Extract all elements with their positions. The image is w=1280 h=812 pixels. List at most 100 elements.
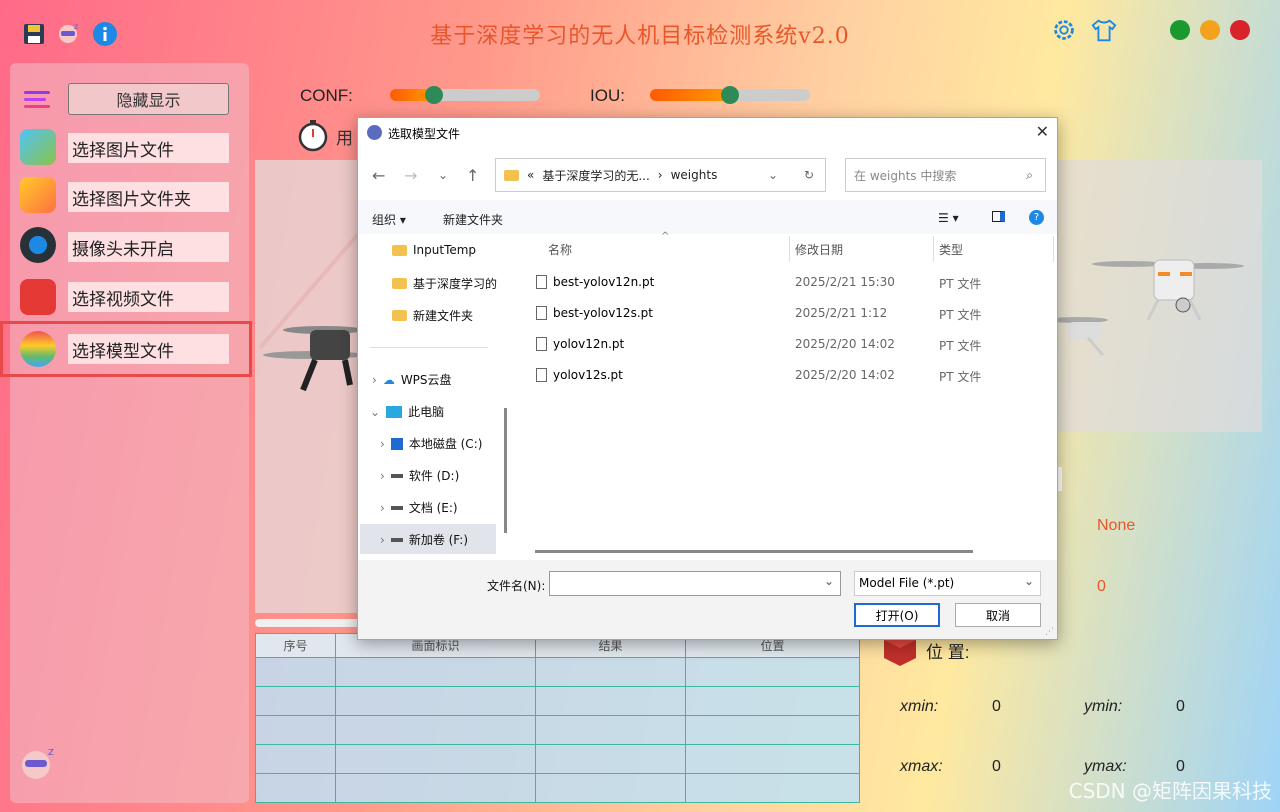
tree-item-drive-c[interactable]: › 本地磁盘 (C:) <box>380 435 482 452</box>
file-type-select[interactable]: Model File (*.pt) ⌄ <box>854 571 1041 596</box>
select-video-button[interactable]: 选择视频文件 <box>68 282 229 312</box>
dialog-close-icon[interactable]: ✕ <box>1036 122 1049 141</box>
tree-item-new-folder[interactable]: 新建文件夹 <box>392 307 473 324</box>
target-dropdown[interactable] <box>1058 467 1062 491</box>
breadcrumb-current[interactable]: weights <box>671 168 718 182</box>
file-type: PT 文件 <box>939 308 982 322</box>
drive-icon <box>390 537 403 542</box>
shirt-icon[interactable] <box>1090 16 1118 44</box>
chevron-right-icon[interactable]: › <box>380 469 385 483</box>
back-icon[interactable]: ← <box>372 166 385 185</box>
xmin-value: 0 <box>992 698 1001 715</box>
close-button[interactable] <box>1230 20 1250 40</box>
chevron-right-icon[interactable]: › <box>380 437 385 451</box>
cancel-button[interactable]: 取消 <box>955 603 1041 627</box>
chevron-right-icon[interactable]: › <box>380 533 385 547</box>
table-row[interactable] <box>255 773 860 803</box>
breadcrumb-separator: › <box>657 168 663 182</box>
conf-slider[interactable] <box>390 86 540 104</box>
conf-slider-handle[interactable] <box>425 86 443 104</box>
drive-icon <box>390 505 403 510</box>
horizontal-scrollbar[interactable] <box>535 550 973 553</box>
minimize-button[interactable] <box>1170 20 1190 40</box>
table-row[interactable] <box>255 744 860 774</box>
tree-item-inputtemp[interactable]: InputTemp <box>392 243 476 257</box>
select-folder-button[interactable]: 选择图片文件夹 <box>68 182 229 212</box>
tree-item-drive-d[interactable]: › 软件 (D:) <box>380 467 459 484</box>
iou-slider[interactable] <box>650 86 810 104</box>
tree-item-project[interactable]: 基于深度学习的 <box>392 275 497 292</box>
iou-label: IOU: <box>590 86 625 105</box>
view-options-icon[interactable]: ☰ ▾ <box>938 211 959 225</box>
original-image-panel <box>255 160 363 613</box>
column-separator <box>1053 236 1054 262</box>
file-row[interactable]: yolov12n.pt 2025/2/20 14:02 PT 文件 <box>536 330 1056 358</box>
tree-divider <box>370 347 488 348</box>
filename-label: 文件名(N): <box>487 579 546 593</box>
menu-icon[interactable] <box>24 89 52 111</box>
maximize-button[interactable] <box>1200 20 1220 40</box>
highlight-box <box>0 321 252 377</box>
column-header-name[interactable]: 名称 <box>548 241 572 258</box>
column-header-date[interactable]: 修改日期 <box>795 241 843 258</box>
file-icon <box>536 337 547 351</box>
dialog-app-icon <box>367 125 382 140</box>
address-dropdown-icon[interactable]: ⌄ <box>768 168 778 182</box>
file-row[interactable]: best-yolov12n.pt 2025/2/21 15:30 PT 文件 <box>536 268 1056 296</box>
address-folder-icon <box>504 169 519 181</box>
file-name: yolov12s.pt <box>553 368 623 382</box>
windows-drive-icon <box>390 437 403 450</box>
file-name: yolov12n.pt <box>553 337 625 351</box>
chevron-right-icon[interactable]: › <box>380 501 385 515</box>
select-image-button[interactable]: 选择图片文件 <box>68 133 229 163</box>
file-row[interactable]: yolov12s.pt 2025/2/20 14:02 PT 文件 <box>536 361 1056 389</box>
breadcrumb-parent[interactable]: 基于深度学习的无... <box>542 167 649 184</box>
open-button[interactable]: 打开(O) <box>854 603 940 627</box>
file-name: best-yolov12n.pt <box>553 275 655 289</box>
column-header-index[interactable]: 序号 <box>255 633 336 658</box>
tree-item-this-pc[interactable]: ⌄ 此电脑 <box>370 403 444 420</box>
drive-icon <box>390 473 403 478</box>
help-icon[interactable]: ? <box>1029 210 1044 225</box>
table-row[interactable] <box>255 657 860 687</box>
organize-button[interactable]: 组织 ▾ <box>372 211 406 228</box>
tree-item-drive-e[interactable]: › 文档 (E:) <box>380 499 458 516</box>
search-input[interactable]: 在 weights 中搜索 ⌕ <box>845 158 1046 192</box>
ymax-label: ymax: <box>1084 758 1127 775</box>
hide-display-button[interactable]: 隐藏显示 <box>68 83 229 115</box>
file-type-dropdown-icon[interactable]: ⌄ <box>1024 574 1034 588</box>
gear-icon[interactable] <box>1050 16 1078 44</box>
folder-icon <box>392 310 407 321</box>
table-row[interactable] <box>255 715 860 745</box>
resize-grip-icon[interactable]: ⋰ <box>1045 627 1054 637</box>
preview-pane-icon[interactable] <box>992 211 1005 225</box>
chevron-down-icon[interactable]: ⌄ <box>370 405 380 419</box>
filename-dropdown-icon[interactable]: ⌄ <box>824 574 834 588</box>
file-icon <box>536 306 547 320</box>
camera-button[interactable]: 摄像头未开启 <box>68 232 229 262</box>
chevron-right-icon[interactable]: › <box>372 373 377 387</box>
pc-icon <box>386 405 403 418</box>
avatar: z <box>18 743 58 783</box>
file-row[interactable]: best-yolov12s.pt 2025/2/21 1:12 PT 文件 <box>536 299 1056 327</box>
timer-icon <box>296 118 330 152</box>
table-row[interactable] <box>255 686 860 716</box>
address-bar[interactable]: « 基于深度学习的无... › weights ⌄ ↻ <box>495 158 826 192</box>
column-header-type[interactable]: 类型 <box>939 241 963 258</box>
breadcrumb-prefix: « <box>527 168 535 182</box>
iou-slider-handle[interactable] <box>721 86 739 104</box>
tree-item-wps-cloud[interactable]: › ☁ WPS云盘 <box>372 371 452 388</box>
up-icon[interactable]: ↑ <box>466 166 479 185</box>
forward-icon[interactable]: → <box>404 166 417 185</box>
new-folder-button[interactable]: 新建文件夹 <box>443 211 503 228</box>
file-date: 2025/2/21 15:30 <box>795 275 895 289</box>
tree-item-drive-f[interactable]: › 新加卷 (F:) <box>380 531 468 548</box>
file-dialog: 选取模型文件 ✕ ← → ⌄ ↑ « 基于深度学习的无... › weights… <box>357 117 1058 640</box>
filename-input[interactable]: ⌄ <box>549 571 841 596</box>
refresh-icon[interactable]: ↻ <box>804 168 814 182</box>
video-icon <box>20 279 56 315</box>
recent-chevron-icon[interactable]: ⌄ <box>438 168 448 182</box>
tree-scrollbar[interactable] <box>504 408 507 533</box>
xmin-label: xmin: <box>900 698 939 715</box>
svg-text:z: z <box>48 745 54 758</box>
